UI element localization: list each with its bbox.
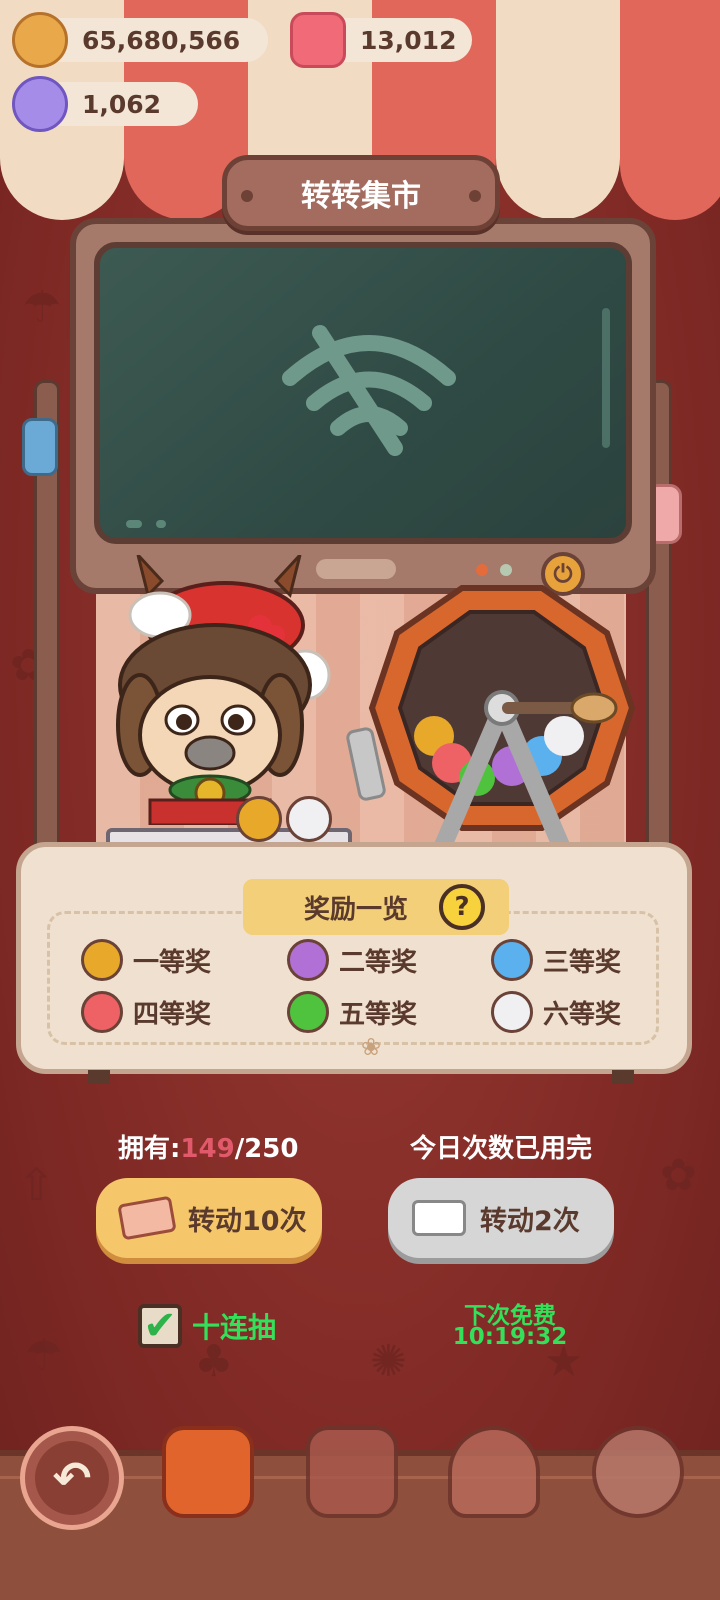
- prize-fifth: 五等奖: [287, 991, 417, 1033]
- back-arrow-icon: ↶: [52, 1451, 92, 1505]
- nav-market-stall-icon[interactable]: [162, 1426, 254, 1518]
- tv-led-orange: [476, 564, 488, 576]
- cookie-currency: 65,680,566: [12, 12, 268, 68]
- candle-currency: 13,012: [290, 12, 472, 68]
- spin-ad-button[interactable]: 转动2次: [388, 1178, 614, 1258]
- page-title: 转转集市: [301, 179, 421, 214]
- parachute-decor-icon: ☂: [22, 282, 62, 333]
- hanging-mask-icon: [22, 418, 58, 476]
- mushroom-decor-icon: ⇧: [18, 1160, 55, 1211]
- lottery-drum[interactable]: [362, 578, 642, 868]
- white-ball-icon: [491, 991, 533, 1033]
- gold-ball-icon: [236, 796, 282, 842]
- blue-ball-icon: [491, 939, 533, 981]
- no-wifi-icon: [126, 308, 610, 528]
- ten-draw-checkbox[interactable]: ✔: [138, 1303, 182, 1349]
- paw-icon: ❀: [361, 1033, 382, 1061]
- gold-ball-icon: [81, 939, 123, 981]
- spin-10-button[interactable]: 转动10次: [96, 1178, 322, 1258]
- ticket-icon: [117, 1195, 177, 1241]
- purple-ball-icon: [287, 939, 329, 981]
- shopkeeper-character: [100, 553, 340, 827]
- tv-led-green: [500, 564, 512, 576]
- checkmark-icon: ✔: [143, 1303, 177, 1349]
- red-ball-icon: [81, 991, 123, 1033]
- prize-sixth: 六等奖: [491, 991, 621, 1033]
- rewards-header: 奖励一览: [303, 894, 408, 925]
- prize-fourth: 四等奖: [81, 991, 211, 1033]
- prize-second: 二等奖: [287, 939, 417, 981]
- help-icon[interactable]: ?: [439, 884, 485, 930]
- crystal-currency: 1,062: [12, 76, 198, 132]
- tv-display: ⏻: [70, 218, 656, 596]
- owned-counter: 拥有:149/250: [118, 1134, 299, 1164]
- back-button[interactable]: ↶: [20, 1426, 124, 1530]
- green-ball-icon: [287, 991, 329, 1033]
- table-leg-left: [88, 1070, 110, 1084]
- candle-amount: 13,012: [360, 25, 457, 55]
- video-icon: [412, 1200, 466, 1236]
- next-free-timer: 10:19:32: [452, 1324, 568, 1350]
- nav-mushroom-house-icon[interactable]: [448, 1426, 540, 1518]
- crystal-amount: 1,062: [82, 89, 162, 119]
- white-ball-icon: [286, 796, 332, 842]
- tv-screen: [94, 242, 632, 544]
- nav-wardrobe-icon[interactable]: [306, 1426, 398, 1518]
- cookie-icon: [12, 12, 68, 68]
- parachute-decor-icon: ☂: [24, 1330, 64, 1381]
- ten-draw-label: 十连抽: [192, 1311, 277, 1344]
- daily-status: 今日次数已用完: [410, 1134, 593, 1164]
- nav-tea-set-icon[interactable]: [592, 1426, 684, 1518]
- orange-decor-icon: ✺: [370, 1336, 407, 1387]
- prize-first: 一等奖: [81, 939, 211, 981]
- owned-count: 149: [180, 1134, 235, 1164]
- cookie-amount: 65,680,566: [82, 25, 241, 55]
- flower-decor-icon: ✿: [660, 1150, 697, 1201]
- crystal-icon: [12, 76, 68, 132]
- market-title-plaque: 转转集市: [222, 155, 500, 231]
- table-leg-right: [612, 1070, 634, 1084]
- prize-third: 三等奖: [491, 939, 621, 981]
- rewards-table: 奖励一览 ? 一等奖 二等奖 三等奖 四等奖 五等奖 六等奖 ❀: [16, 842, 692, 1074]
- candle-icon: [290, 12, 346, 68]
